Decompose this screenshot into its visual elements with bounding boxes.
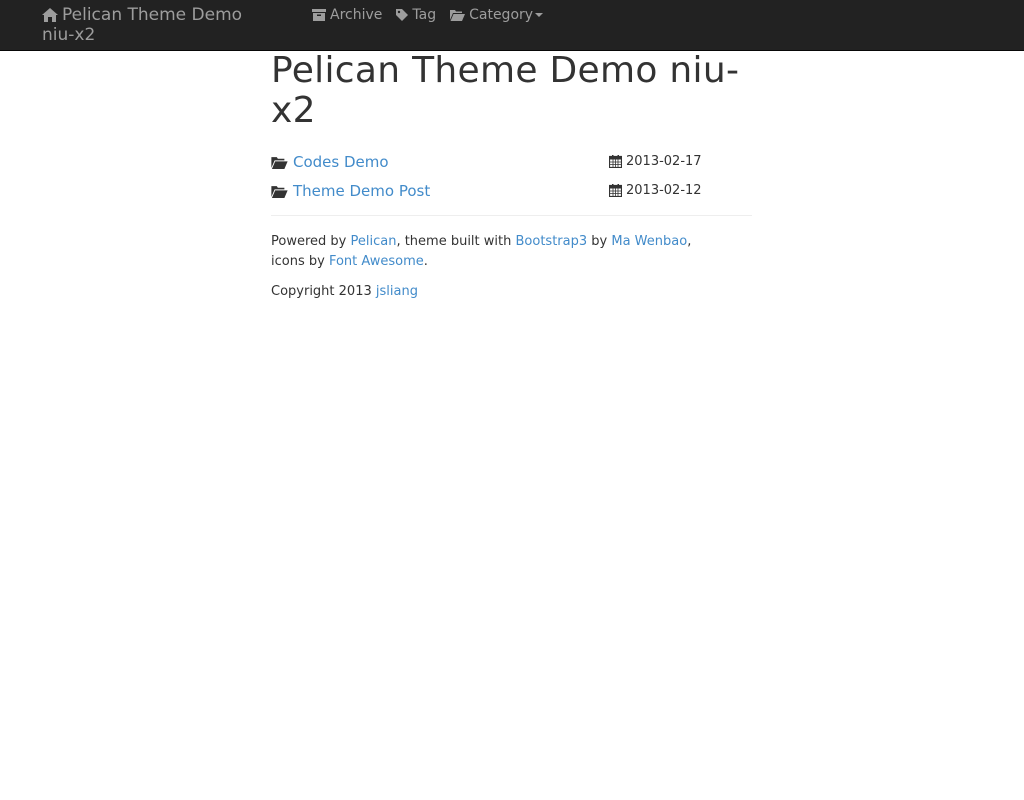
home-icon <box>42 8 58 22</box>
top-navbar: Pelican Theme Demo niu-x2 Archive Tag Ca… <box>0 0 1024 51</box>
post-date: 2013-02-17 <box>609 152 702 170</box>
post-list: Codes Demo 2013-02-17 Theme Demo Post 20… <box>271 152 752 210</box>
nav-archive-label: Archive <box>330 7 383 23</box>
footer: Powered by Pelican, theme built with Boo… <box>271 232 752 302</box>
calendar-icon <box>609 154 622 168</box>
folder-open-icon <box>450 10 466 21</box>
copyright-line: Copyright 2013 jsliang <box>271 282 752 302</box>
nav-category-dropdown[interactable]: Category <box>450 6 544 24</box>
pelican-link[interactable]: Pelican <box>350 234 396 249</box>
brand-subtitle: niu-x2 <box>42 25 96 45</box>
list-item: Theme Demo Post 2013-02-12 <box>271 181 752 210</box>
page-title: Pelican Theme Demo niu-x2 <box>271 50 740 131</box>
nav-category-label: Category <box>469 7 534 23</box>
tag-icon <box>396 9 409 21</box>
period-text: . <box>423 254 428 269</box>
nav-tag[interactable]: Tag <box>396 6 436 24</box>
nav-tag-label: Tag <box>412 7 437 23</box>
nav-archive[interactable]: Archive <box>312 6 382 24</box>
brand-link[interactable]: Pelican Theme Demo niu-x2 <box>42 5 282 45</box>
list-item: Codes Demo 2013-02-17 <box>271 152 752 181</box>
font-awesome-link[interactable]: Font Awesome <box>329 254 424 269</box>
theme-built-text: , theme built with <box>396 234 516 249</box>
comma-text: , <box>687 234 692 249</box>
owner-link[interactable]: jsliang <box>376 284 418 299</box>
folder-open-icon <box>271 185 288 198</box>
powered-by-text: Powered by <box>271 234 351 249</box>
folder-open-icon <box>271 156 288 169</box>
post-title: Theme Demo Post <box>293 182 431 200</box>
footer-divider <box>271 215 752 216</box>
post-date-text: 2013-02-17 <box>626 153 702 169</box>
post-date: 2013-02-12 <box>609 181 702 199</box>
author-link[interactable]: Ma Wenbao <box>611 234 687 249</box>
calendar-icon <box>609 183 622 197</box>
powered-by-line: Powered by Pelican, theme built with Boo… <box>271 232 752 272</box>
main-content: Pelican Theme Demo niu-x2 Codes Demo 201… <box>271 51 752 312</box>
by-text: by <box>587 234 612 249</box>
brand-title: Pelican Theme Demo <box>62 5 243 25</box>
post-date-text: 2013-02-12 <box>626 182 702 198</box>
archive-icon <box>312 9 326 21</box>
copyright-text: Copyright 2013 <box>271 284 376 299</box>
post-title: Codes Demo <box>293 153 389 171</box>
nav-menu: Archive Tag Category <box>312 6 557 24</box>
icons-by-text: icons by <box>271 254 329 269</box>
post-link[interactable]: Codes Demo <box>271 152 389 172</box>
post-link[interactable]: Theme Demo Post <box>271 181 430 201</box>
chevron-down-icon <box>535 13 544 17</box>
bootstrap-link[interactable]: Bootstrap3 <box>516 234 588 249</box>
